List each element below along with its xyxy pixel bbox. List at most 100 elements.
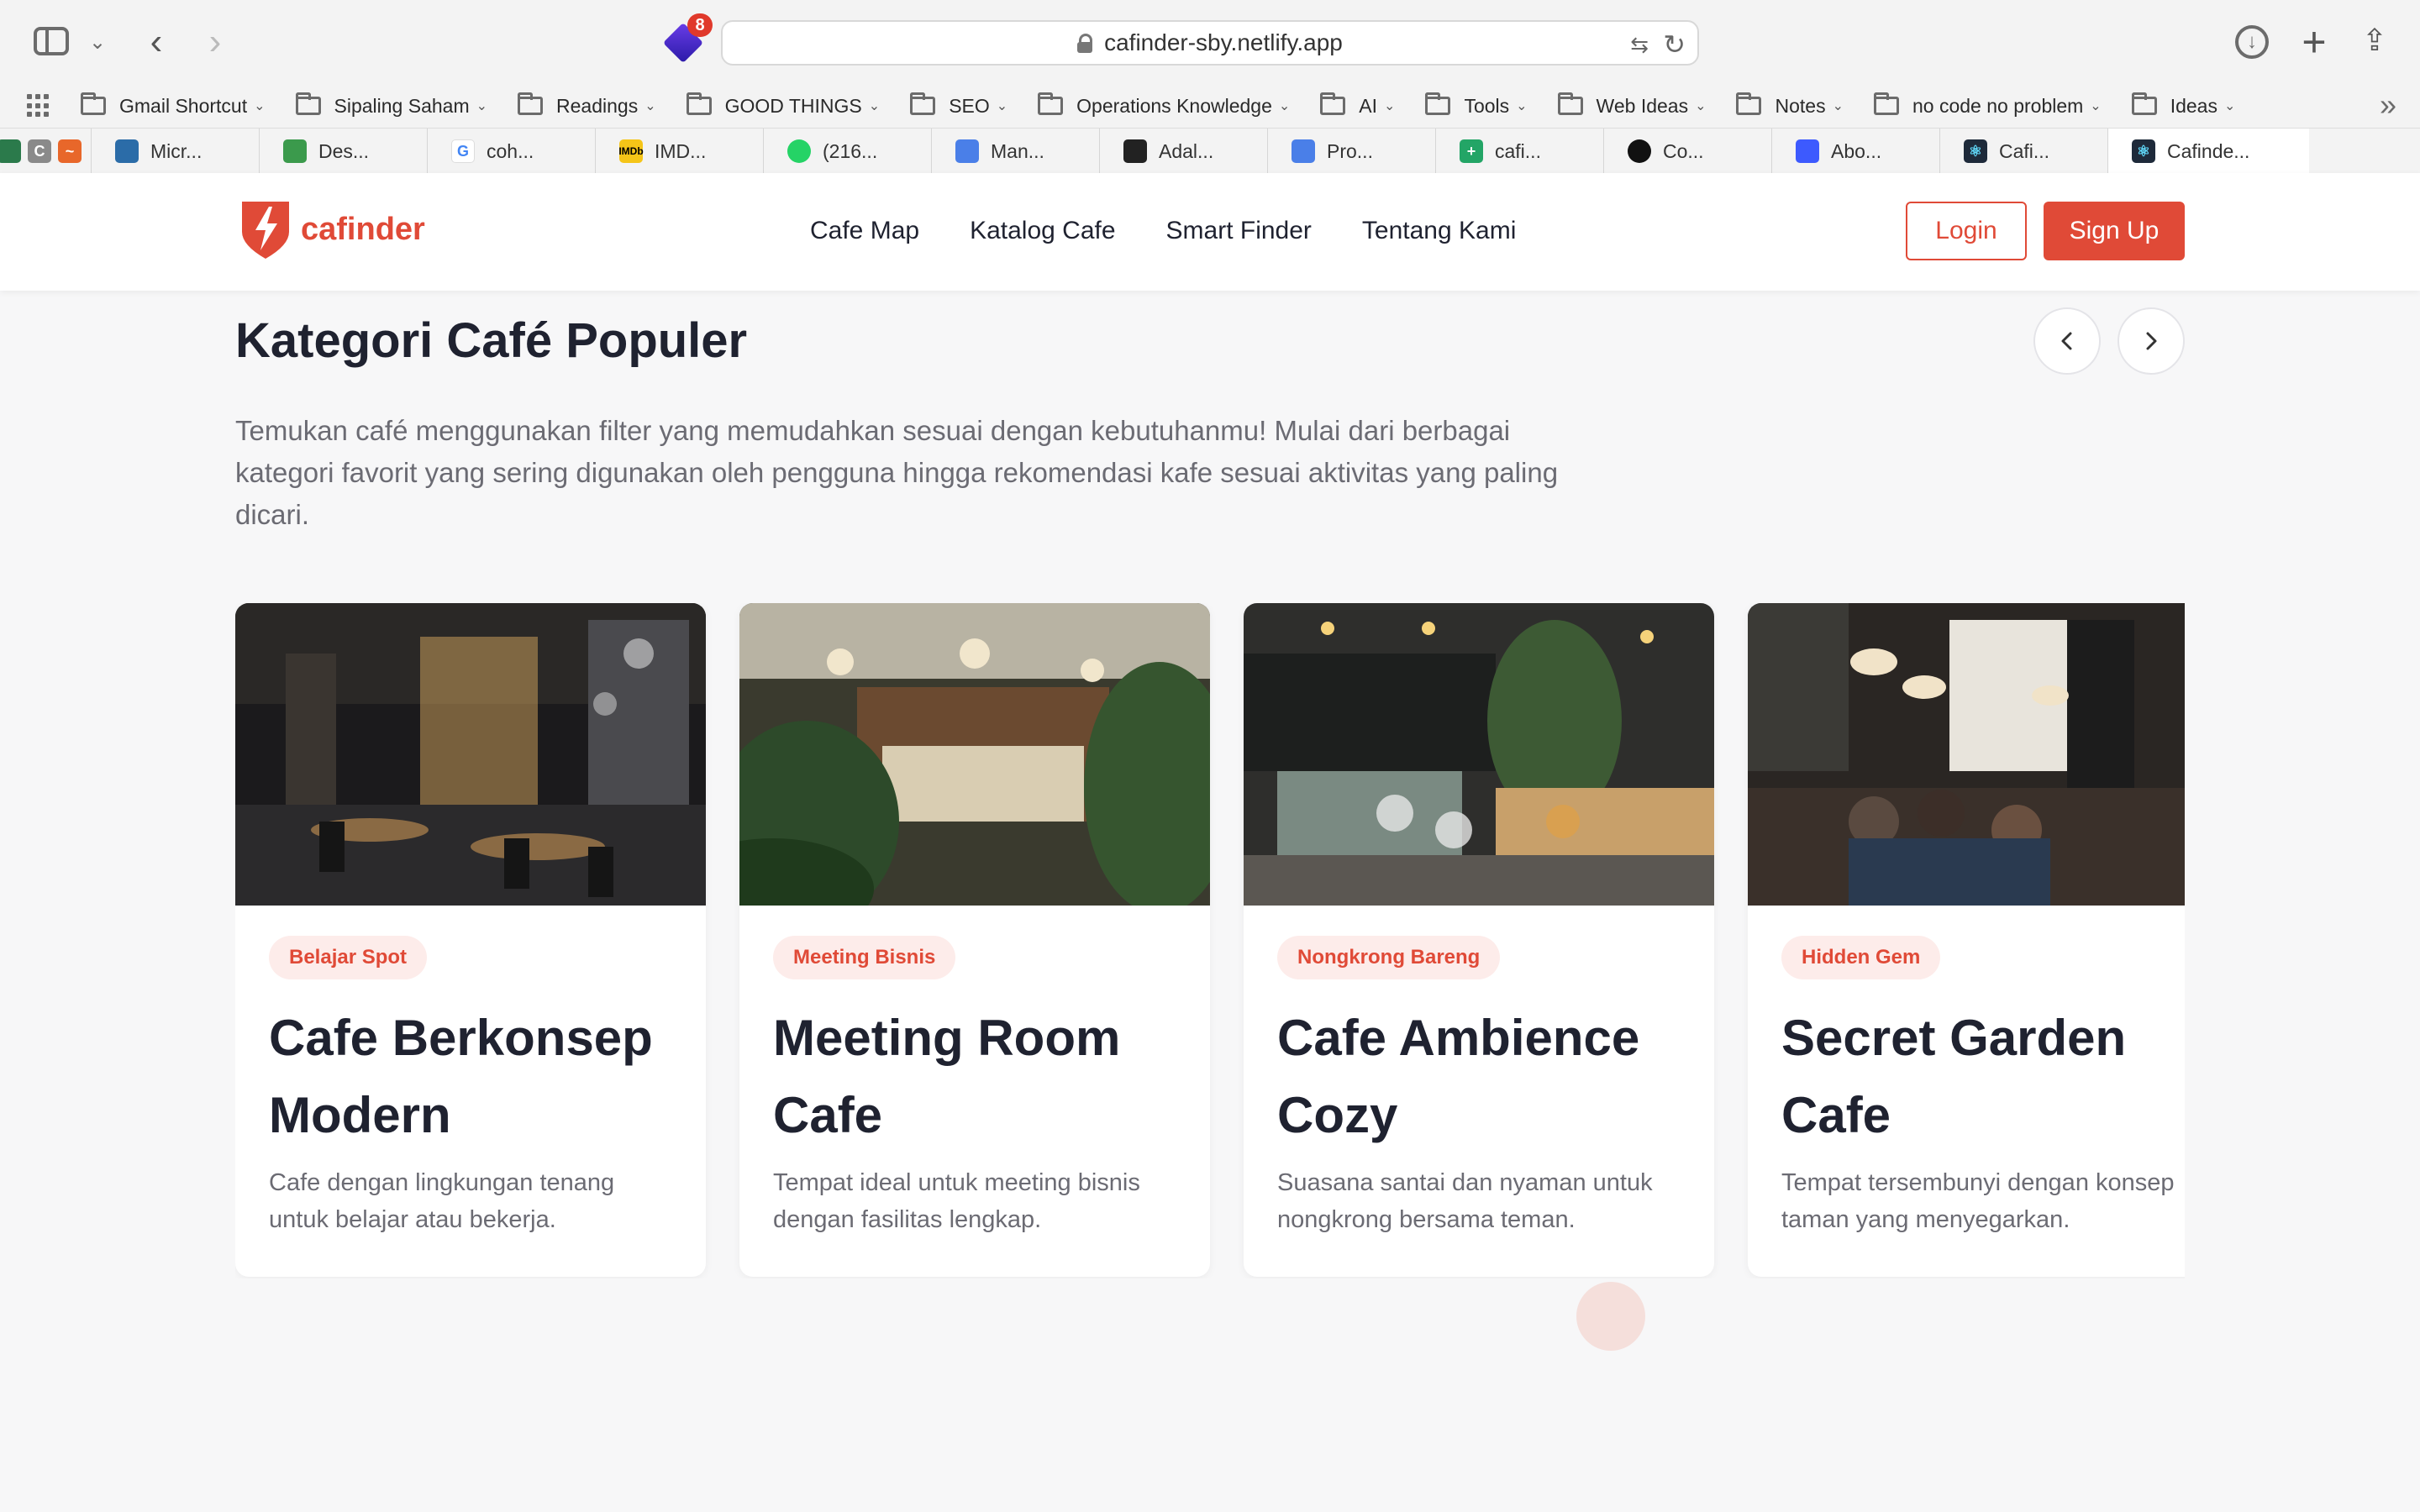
chevron-down-icon: ⌄ [996,99,1008,113]
react-favicon-icon: ⚛ [1964,139,1987,163]
browser-tab[interactable]: (216... [763,129,931,174]
folder-icon [518,92,544,115]
new-tab-button[interactable]: + [2297,18,2331,66]
bookmarks-overflow-icon[interactable]: » [2380,87,2396,123]
reload-icon[interactable]: ↻ [1663,29,1686,60]
chevron-down-icon: ⌄ [1832,99,1844,113]
category-tag: Meeting Bisnis [773,936,956,979]
lock-icon [1077,34,1093,53]
docs-favicon-icon [1292,139,1315,163]
chevron-down-icon: ⌄ [2223,99,2236,113]
browser-tab[interactable]: Des... [259,129,427,174]
bookmark-folder[interactable]: Gmail Shortcut ⌄ [81,92,266,118]
bookmark-folder[interactable]: Readings ⌄ [518,92,656,118]
nav-katalog-cafe[interactable]: Katalog Cafe [970,217,1115,245]
browser-tab[interactable]: Adal... [1099,129,1267,174]
browser-tab[interactable]: Gcoh... [427,129,595,174]
download-icon[interactable]: ↓ [2235,25,2269,59]
whatsapp-favicon-icon [787,139,811,163]
pinned-tab[interactable]: C [28,129,60,174]
card-description: Tempat ideal untuk meeting bisnis dengan… [773,1169,1140,1233]
pinned-tab[interactable] [0,129,30,174]
bookmark-folder[interactable]: Sipaling Saham ⌄ [295,92,488,118]
forms-favicon-icon [115,139,139,163]
main-nav: Cafe Map Katalog Cafe Smart Finder Tenta… [810,217,1516,245]
chevron-down-icon: ⌄ [868,99,881,113]
category-card[interactable]: Belajar Spot Cafe Berkonsep Modern Cafe … [235,603,706,1277]
translate-icon[interactable]: ⇆ [1630,32,1649,58]
signup-button[interactable]: Sign Up [2044,202,2185,260]
nav-tentang-kami[interactable]: Tentang Kami [1362,217,1516,245]
login-button[interactable]: Login [1906,202,2027,260]
bookmark-folder[interactable]: Notes ⌄ [1736,92,1844,118]
address-bar[interactable]: cafinder-sby.netlify.app ⇆ ↻ [721,20,1699,66]
chevron-down-icon: ⌄ [1278,99,1291,113]
card-title: Secret Garden Cafe [1781,1010,2127,1143]
site-logo[interactable]: cafinder [237,198,425,260]
wave-favicon-icon: ~ [58,139,82,163]
bookmark-folder[interactable]: Tools ⌄ [1425,92,1528,118]
browser-tab[interactable]: Co... [1603,129,1771,174]
google-favicon-icon: G [451,139,475,163]
chevron-down-icon[interactable]: ⌄ [87,25,108,59]
browser-chrome: ⌄ ‹ › 8 cafinder-sby.netlify.app ⇆ ↻ ↓ +… [0,0,2420,183]
carousel-next-button[interactable] [2118,307,2185,375]
folder-icon [1425,92,1451,115]
sheets-favicon-icon [0,139,21,163]
folder-icon [686,92,712,115]
category-card[interactable]: Hidden Gem Secret Garden Cafe Tempat ter… [1748,603,2185,1277]
browser-tab-active[interactable]: ⚛ Cafinde... [2107,129,2309,174]
bookmark-folder[interactable]: AI ⌄ [1320,92,1395,118]
react-favicon-icon: ⚛ [2132,139,2155,163]
nav-cafe-map[interactable]: Cafe Map [810,217,919,245]
logo-text: cafinder [301,211,425,247]
bookmark-folder[interactable]: Web Ideas ⌄ [1557,92,1706,118]
tab-bar: C ~ Micr... Des... Gcoh... IMDb IMD... (2… [0,128,2420,174]
apps-grid-icon[interactable] [27,94,50,118]
back-button[interactable]: ‹ [139,21,173,62]
card-title: Cafe Ambience Cozy [1277,1010,1640,1143]
card-description: Suasana santai dan nyaman untuk nongkron… [1277,1169,1653,1233]
sidebar-toggle-icon[interactable] [34,27,69,55]
card-image [739,603,1210,906]
c-favicon-icon: C [28,139,51,163]
browser-tab[interactable]: Man... [931,129,1099,174]
adalo-favicon-icon [1123,139,1147,163]
github-favicon-icon [1628,139,1651,163]
docs-favicon-icon [955,139,979,163]
folder-icon [1557,92,1583,115]
category-card[interactable]: Meeting Bisnis Meeting Room Cafe Tempat … [739,603,1210,1277]
category-tag: Belajar Spot [269,936,428,979]
browser-tab[interactable]: Micr... [91,129,259,174]
extension-icon[interactable]: 8 [662,13,713,64]
bookmark-folder[interactable]: GOOD THINGS ⌄ [686,92,881,118]
nav-smart-finder[interactable]: Smart Finder [1166,217,1312,245]
url-text: cafinder-sby.netlify.app [1104,29,1343,55]
chevron-down-icon: ⌄ [476,99,488,113]
section-title: Kategori Café Populer [235,313,748,368]
chevron-right-icon [2146,332,2157,350]
bookmark-folder[interactable]: SEO ⌄ [910,92,1008,118]
carousel-prev-button[interactable] [2033,307,2101,375]
card-title: Cafe Berkonsep Modern [269,1010,653,1143]
folder-icon [1320,92,1346,115]
category-tag: Hidden Gem [1781,936,1941,979]
folder-icon [1038,92,1064,115]
browser-tab[interactable]: IMDb IMD... [595,129,763,174]
card-image [1244,603,1714,906]
bookmark-folder[interactable]: Operations Knowledge ⌄ [1038,92,1291,118]
browser-tab[interactable]: + cafi... [1435,129,1603,174]
pinned-tab[interactable]: ~ [58,129,91,174]
browser-tab[interactable]: Pro... [1267,129,1435,174]
bookmark-folder[interactable]: no code no problem ⌄ [1873,92,2102,118]
card-description: Cafe dengan lingkungan tenang untuk bela… [269,1169,615,1233]
browser-tab[interactable]: ⚛ Cafi... [1939,129,2107,174]
category-card[interactable]: Nongkrong Bareng Cafe Ambience Cozy Suas… [1244,603,1714,1277]
forward-button[interactable]: › [198,21,232,62]
section-description: Temukan café menggunakan filter yang mem… [235,415,1559,530]
browser-tab[interactable]: Abo... [1771,129,1939,174]
bookmarks-bar: Gmail Shortcut ⌄ Sipaling Saham ⌄ Readings… [81,84,2265,128]
share-icon[interactable]: ⇪ [2358,20,2391,60]
bookmark-folder[interactable]: Ideas ⌄ [2131,92,2236,118]
category-carousel: Belajar Spot Cafe Berkonsep Modern Cafe … [235,603,2185,1278]
